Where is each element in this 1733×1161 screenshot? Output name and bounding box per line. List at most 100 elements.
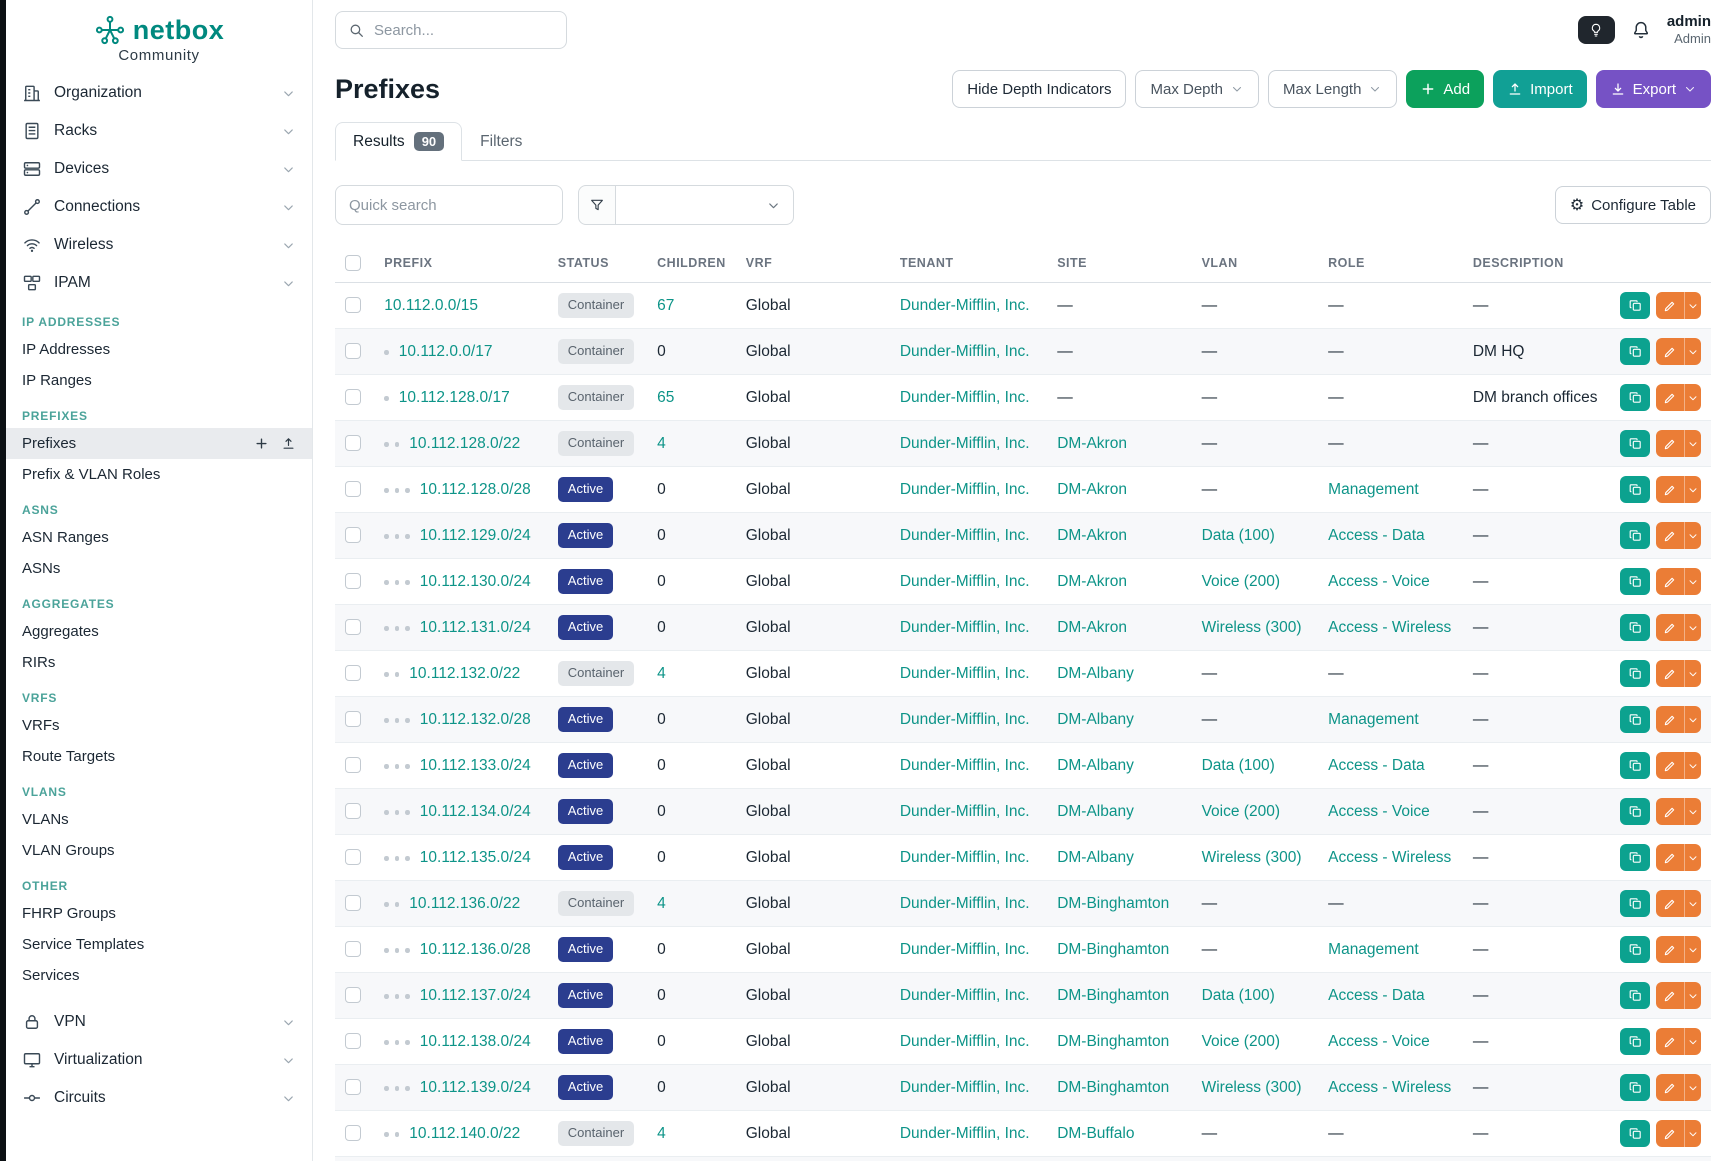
prefix-link[interactable]: 10.112.133.0/24 — [420, 757, 531, 775]
filter-button[interactable] — [578, 185, 616, 225]
edit-dropdown-toggle[interactable] — [1684, 982, 1701, 1009]
tenant-link[interactable]: Dunder-Mifflin, Inc. — [900, 895, 1030, 912]
edit-button[interactable] — [1656, 292, 1701, 319]
column-header-prefix[interactable]: PREFIX — [374, 245, 547, 283]
tenant-link[interactable]: Dunder-Mifflin, Inc. — [900, 711, 1030, 728]
children-link[interactable]: 65 — [657, 389, 674, 406]
row-checkbox[interactable] — [345, 435, 361, 451]
sidebar-item-vrfs[interactable]: VRFs — [6, 710, 312, 741]
copy-button[interactable] — [1620, 338, 1650, 365]
role-link[interactable]: Access - Voice — [1328, 803, 1430, 820]
prefix-link[interactable]: 10.112.0.0/17 — [399, 343, 493, 361]
select-all-checkbox[interactable] — [345, 255, 361, 271]
sidebar-item-asns[interactable]: ASNs — [6, 553, 312, 584]
edit-button[interactable] — [1656, 430, 1701, 457]
edit-dropdown-toggle[interactable] — [1684, 614, 1701, 641]
edit-button[interactable] — [1656, 752, 1701, 779]
tenant-link[interactable]: Dunder-Mifflin, Inc. — [900, 757, 1030, 774]
role-link[interactable]: Access - Wireless — [1328, 849, 1451, 866]
prefix-link[interactable]: 10.112.0.0/15 — [384, 297, 478, 315]
prefix-link[interactable]: 10.112.132.0/28 — [420, 711, 531, 729]
edit-dropdown-toggle[interactable] — [1684, 522, 1701, 549]
vlan-link[interactable]: Wireless (300) — [1202, 849, 1302, 866]
tenant-link[interactable]: Dunder-Mifflin, Inc. — [900, 481, 1030, 498]
edit-button[interactable] — [1656, 1074, 1701, 1101]
vlan-link[interactable]: Data (100) — [1202, 987, 1275, 1004]
site-link[interactable]: DM-Akron — [1057, 573, 1127, 590]
add-icon[interactable] — [254, 436, 269, 451]
role-link[interactable]: Access - Data — [1328, 987, 1424, 1004]
prefix-link[interactable]: 10.112.131.0/24 — [420, 619, 531, 637]
sidebar-item-wireless[interactable]: Wireless — [6, 226, 312, 264]
filter-select[interactable] — [616, 185, 794, 225]
copy-button[interactable] — [1620, 660, 1650, 687]
edit-button[interactable] — [1656, 476, 1701, 503]
sidebar-item-vlans[interactable]: VLANs — [6, 804, 312, 835]
tenant-link[interactable]: Dunder-Mifflin, Inc. — [900, 849, 1030, 866]
tenant-link[interactable]: Dunder-Mifflin, Inc. — [900, 941, 1030, 958]
column-header-vrf[interactable]: VRF — [736, 245, 890, 283]
copy-button[interactable] — [1620, 476, 1650, 503]
copy-button[interactable] — [1620, 752, 1650, 779]
max-length-dropdown[interactable]: Max Length — [1268, 70, 1397, 108]
sidebar-item-virtualization[interactable]: Virtualization — [6, 1041, 312, 1079]
edit-dropdown-toggle[interactable] — [1684, 890, 1701, 917]
import-button[interactable]: Import — [1493, 70, 1587, 108]
edit-button[interactable] — [1656, 706, 1701, 733]
import-icon[interactable] — [281, 436, 296, 451]
edit-button[interactable] — [1656, 798, 1701, 825]
vlan-link[interactable]: Voice (200) — [1202, 1033, 1280, 1050]
site-link[interactable]: DM-Binghamton — [1057, 1033, 1169, 1050]
column-header-tenant[interactable]: TENANT — [890, 245, 1047, 283]
site-link[interactable]: DM-Akron — [1057, 619, 1127, 636]
column-header-children[interactable]: CHILDREN — [647, 245, 736, 283]
site-link[interactable]: DM-Albany — [1057, 757, 1134, 774]
tenant-link[interactable]: Dunder-Mifflin, Inc. — [900, 1125, 1030, 1142]
copy-button[interactable] — [1620, 430, 1650, 457]
sidebar-item-rirs[interactable]: RIRs — [6, 647, 312, 678]
row-checkbox[interactable] — [345, 389, 361, 405]
copy-button[interactable] — [1620, 706, 1650, 733]
prefix-link[interactable]: 10.112.134.0/24 — [420, 803, 531, 821]
site-link[interactable]: DM-Akron — [1057, 435, 1127, 452]
tenant-link[interactable]: Dunder-Mifflin, Inc. — [900, 297, 1030, 314]
row-checkbox[interactable] — [345, 895, 361, 911]
notifications-bell-icon[interactable] — [1630, 19, 1652, 41]
row-checkbox[interactable] — [345, 803, 361, 819]
role-link[interactable]: Access - Data — [1328, 757, 1424, 774]
row-checkbox[interactable] — [345, 711, 361, 727]
tenant-link[interactable]: Dunder-Mifflin, Inc. — [900, 435, 1030, 452]
edit-button[interactable] — [1656, 1028, 1701, 1055]
row-checkbox[interactable] — [345, 1125, 361, 1141]
edit-button[interactable] — [1656, 1120, 1701, 1147]
role-link[interactable]: Access - Voice — [1328, 1033, 1430, 1050]
sidebar-item-ip-addresses[interactable]: IP Addresses — [6, 334, 312, 365]
sidebar-item-racks[interactable]: Racks — [6, 112, 312, 150]
row-checkbox[interactable] — [345, 619, 361, 635]
copy-button[interactable] — [1620, 798, 1650, 825]
prefix-link[interactable]: 10.112.136.0/22 — [409, 895, 520, 913]
tenant-link[interactable]: Dunder-Mifflin, Inc. — [900, 1079, 1030, 1096]
edit-dropdown-toggle[interactable] — [1684, 936, 1701, 963]
row-checkbox[interactable] — [345, 527, 361, 543]
row-checkbox[interactable] — [345, 941, 361, 957]
site-link[interactable]: DM-Albany — [1057, 803, 1134, 820]
edit-dropdown-toggle[interactable] — [1684, 1074, 1701, 1101]
edit-dropdown-toggle[interactable] — [1684, 706, 1701, 733]
copy-button[interactable] — [1620, 522, 1650, 549]
edit-dropdown-toggle[interactable] — [1684, 798, 1701, 825]
site-link[interactable]: DM-Buffalo — [1057, 1125, 1134, 1142]
sidebar-item-ip-ranges[interactable]: IP Ranges — [6, 365, 312, 396]
copy-button[interactable] — [1620, 292, 1650, 319]
edit-button[interactable] — [1656, 384, 1701, 411]
edit-button[interactable] — [1656, 522, 1701, 549]
vlan-link[interactable]: Wireless (300) — [1202, 1079, 1302, 1096]
copy-button[interactable] — [1620, 844, 1650, 871]
column-header-role[interactable]: ROLE — [1318, 245, 1463, 283]
children-link[interactable]: 67 — [657, 297, 674, 314]
edit-button[interactable] — [1656, 660, 1701, 687]
theme-toggle-button[interactable] — [1578, 16, 1615, 44]
site-link[interactable]: DM-Albany — [1057, 665, 1134, 682]
edit-dropdown-toggle[interactable] — [1684, 1028, 1701, 1055]
sidebar-item-services[interactable]: Services — [6, 960, 312, 991]
